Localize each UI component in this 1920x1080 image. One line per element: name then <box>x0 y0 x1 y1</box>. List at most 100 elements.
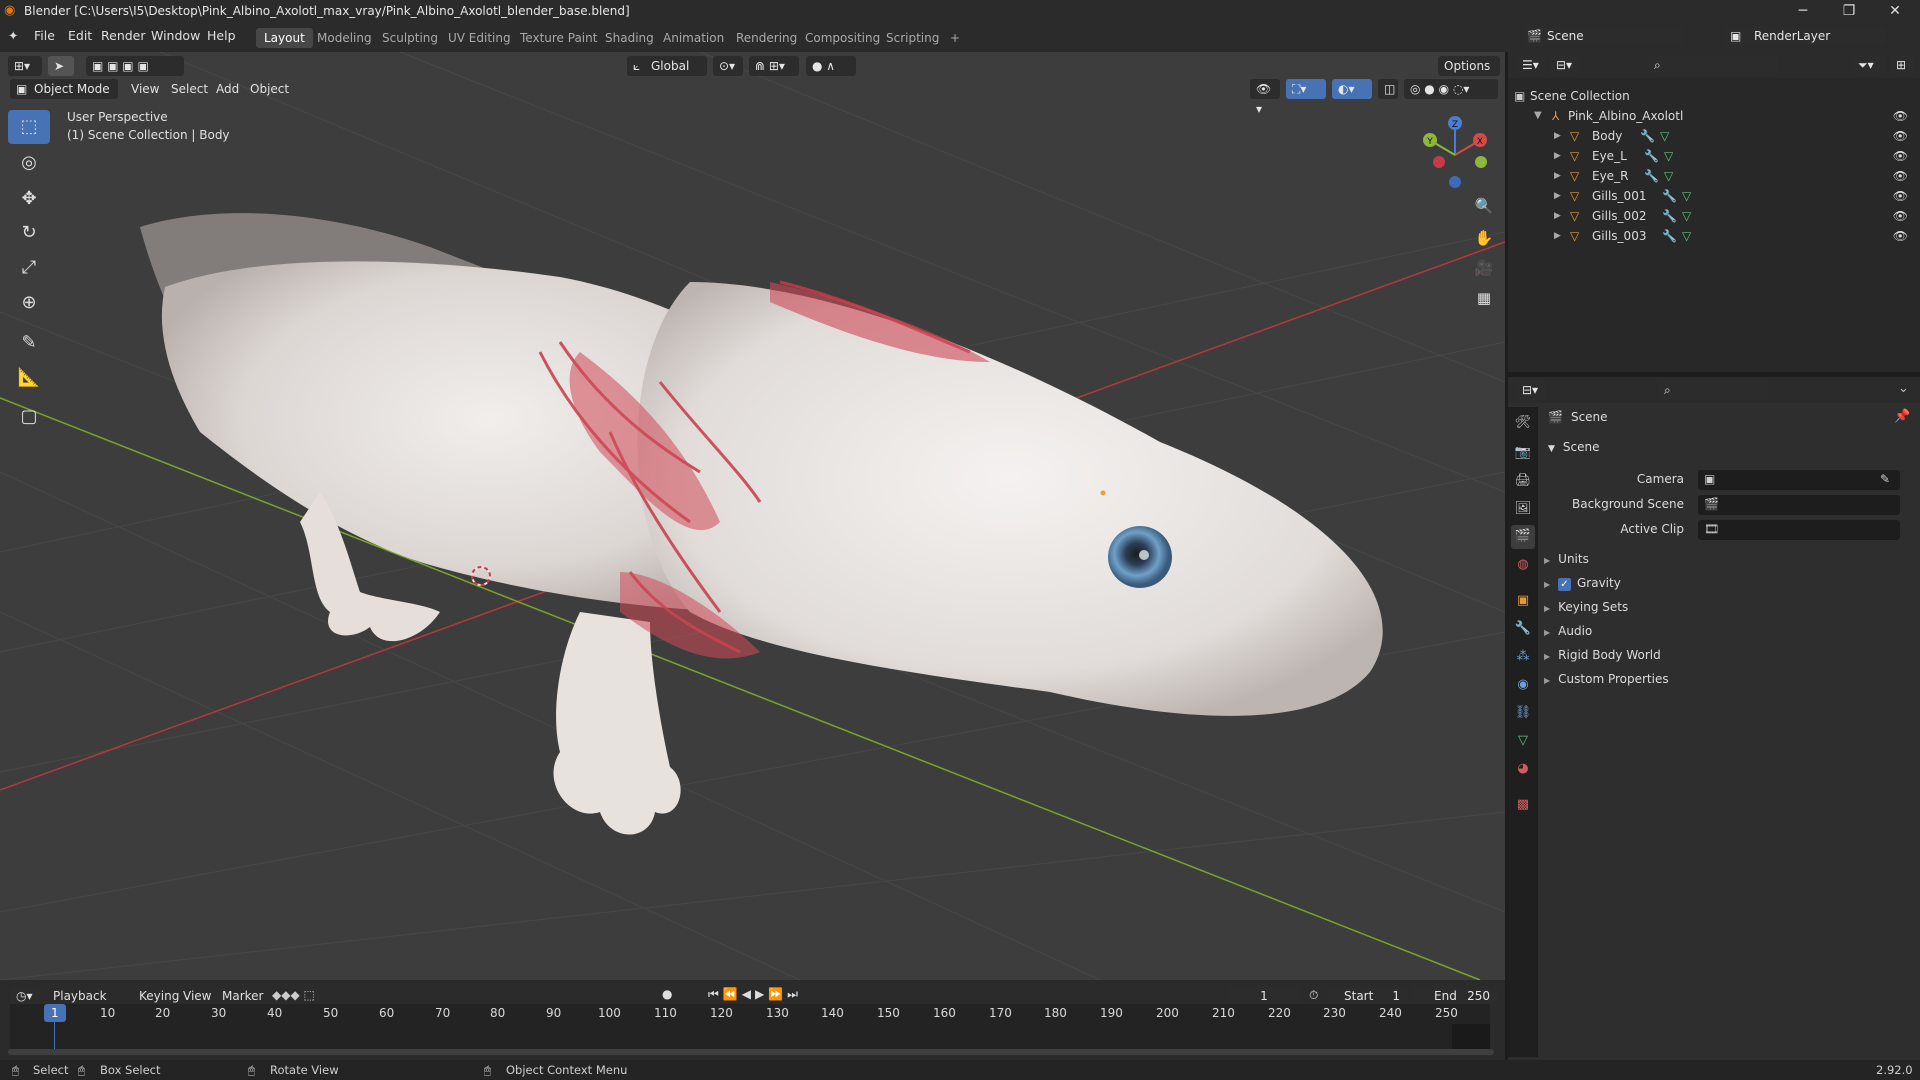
annotate-tool[interactable]: ✎ <box>8 326 50 360</box>
timeline-menu-view[interactable]: View <box>183 989 211 1003</box>
keying-sets-panel-header[interactable]: ▶ Keying Sets <box>1544 600 1628 614</box>
visibility-eye-icon[interactable]: 👁 <box>1893 206 1908 226</box>
expand-arrow-icon[interactable]: ▶ <box>1554 166 1561 186</box>
visibility-icon[interactable]: 👁▾ <box>1250 79 1280 116</box>
world-tab-icon[interactable]: ◍ <box>1511 553 1535 577</box>
scene-selector[interactable]: 🎬 Scene <box>1523 26 1683 46</box>
add-workspace-button[interactable]: + <box>942 28 968 48</box>
move-tool[interactable]: ✥ <box>8 182 50 216</box>
start-frame-field[interactable]: Start 1 <box>1328 986 1408 1006</box>
viewport-menu-object[interactable]: Object <box>250 82 289 96</box>
pivot-point-button[interactable]: ⊙▾ <box>713 56 743 76</box>
viewport-menu-view[interactable]: View <box>131 82 159 96</box>
tab-modeling[interactable]: Modeling <box>309 28 380 48</box>
blender-menu-icon[interactable]: ✦ <box>8 28 18 43</box>
outliner-object-row[interactable]: ▶ ▽ Eye_L 🔧 ▽ 👁 <box>1508 146 1920 166</box>
visibility-eye-icon[interactable]: 👁 <box>1893 166 1908 186</box>
visibility-eye-icon[interactable]: 👁 <box>1893 126 1908 146</box>
pin-icon[interactable]: 📌 <box>1894 409 1910 424</box>
minimize-button[interactable]: ─ <box>1780 0 1826 22</box>
constraints-tab-icon[interactable]: ⛓ <box>1511 701 1535 725</box>
gizmo-toggle-button[interactable]: ⛶▾ <box>1286 79 1326 99</box>
tab-compositing[interactable]: Compositing <box>797 28 888 48</box>
modifier-wrench-icon[interactable]: 🔧 <box>1644 166 1659 186</box>
object-mode-dropdown[interactable]: ▣ Object Mode <box>10 79 118 99</box>
navigation-gizmo[interactable]: Z X Y <box>1415 110 1505 200</box>
chevron-down-icon[interactable]: ⌄ <box>1898 381 1909 396</box>
viewport-menu-select[interactable]: Select <box>171 82 208 96</box>
tab-sculpting[interactable]: Sculpting <box>374 28 446 48</box>
xray-toggle-button[interactable]: ◫ <box>1378 79 1398 99</box>
visibility-eye-icon[interactable]: 👁 <box>1893 106 1908 126</box>
render-tab-icon[interactable]: 📷 <box>1511 441 1535 465</box>
tab-layout[interactable]: Layout <box>256 28 313 48</box>
outliner-object-row[interactable]: ▶ ▽ Body 🔧 ▽ 👁 <box>1508 126 1920 146</box>
outliner-display-mode[interactable]: ⊟▾ <box>1550 55 1580 75</box>
gravity-panel-header[interactable]: ▶ ✓ Gravity <box>1544 576 1621 591</box>
tab-rendering[interactable]: Rendering <box>728 28 805 48</box>
view-layer-tab-icon[interactable]: 🖼 <box>1511 497 1535 521</box>
physics-tab-icon[interactable]: ◉ <box>1511 673 1535 697</box>
maximize-button[interactable]: ❐ <box>1826 0 1872 22</box>
texture-tab-icon[interactable]: ▩ <box>1511 793 1535 817</box>
menu-file[interactable]: File <box>34 28 55 43</box>
modifiers-tab-icon[interactable]: 🔧 <box>1511 617 1535 641</box>
proportional-edit-button[interactable]: ● ∧ <box>806 56 856 76</box>
active-clip-field[interactable]: 🎞 <box>1698 520 1900 540</box>
rotate-tool[interactable]: ↻ <box>8 216 50 250</box>
select-box-tool[interactable]: ⬚ <box>8 110 50 144</box>
playback-controls[interactable]: ⏮⏪◀▶⏩⏭ <box>708 987 802 1002</box>
particles-tab-icon[interactable]: ⁂ <box>1511 645 1535 669</box>
tool-tab-icon[interactable]: 🛠 <box>1511 411 1535 435</box>
scene-tab-icon[interactable]: 🎬 <box>1511 525 1535 549</box>
expand-arrow-icon[interactable]: ▶ <box>1554 186 1561 206</box>
tab-scripting[interactable]: Scripting <box>878 28 947 48</box>
timeline-editor-type[interactable]: ◷▾ <box>10 986 40 1006</box>
expand-arrow-icon[interactable]: ▶ <box>1554 226 1561 246</box>
properties-search-input[interactable]: ⌕ <box>1658 380 1768 400</box>
perspective-toggle-icon[interactable]: ▦ <box>1470 284 1498 312</box>
data-tab-icon[interactable]: ▽ <box>1511 729 1535 753</box>
menu-help[interactable]: Help <box>207 28 236 43</box>
mesh-data-icon[interactable]: ▽ <box>1660 126 1669 146</box>
mesh-data-icon[interactable]: ▽ <box>1682 206 1691 226</box>
overlays-toggle-button[interactable]: ◐▾ <box>1332 79 1372 99</box>
material-tab-icon[interactable]: ◕ <box>1511 757 1535 781</box>
eyedropper-icon[interactable]: ✎ <box>1880 472 1890 486</box>
camera-field[interactable]: ▣ ✎ <box>1698 470 1900 490</box>
units-panel-header[interactable]: ▶ Units <box>1544 552 1589 566</box>
tab-uv-editing[interactable]: UV Editing <box>440 28 519 48</box>
modifier-wrench-icon[interactable]: 🔧 <box>1640 126 1655 146</box>
outliner-object-row[interactable]: ▶ ▽ Gills_002 🔧 ▽ 👁 <box>1508 206 1920 226</box>
measure-tool[interactable]: 📐 <box>8 361 50 395</box>
modifier-wrench-icon[interactable]: 🔧 <box>1644 146 1659 166</box>
menu-window[interactable]: Window <box>151 28 200 43</box>
background-scene-field[interactable]: 🎬 <box>1698 495 1900 515</box>
outliner-object-row[interactable]: ▶ ▽ Eye_R 🔧 ▽ 👁 <box>1508 166 1920 186</box>
object-tab-icon[interactable]: ▣ <box>1511 589 1535 613</box>
timeline-menu-keying[interactable]: Keying <box>139 989 179 1003</box>
3d-viewport[interactable]: ⊞▾ ➤ ▣ ▣ ▣ ▣ ⟀ Global ⊙▾ ⋒ ⊞▾ ● ∧ Option… <box>0 52 1505 980</box>
end-frame-field[interactable]: End 250 <box>1412 986 1498 1006</box>
scene-section-header[interactable]: ▼ Scene <box>1548 440 1600 454</box>
scale-tool[interactable]: ⤢ <box>8 251 50 285</box>
outliner-search-input[interactable]: ⌕ <box>1648 55 1778 75</box>
viewport-menu-add[interactable]: Add <box>216 82 239 96</box>
gravity-checkbox[interactable]: ✓ <box>1557 578 1571 591</box>
render-layer-selector[interactable]: ▣ RenderLayer <box>1724 26 1886 46</box>
modifier-wrench-icon[interactable]: 🔧 <box>1662 186 1677 206</box>
shading-mode-buttons[interactable]: ◎ ● ◉ ◌▾ <box>1404 79 1498 99</box>
expand-arrow-icon[interactable]: ▶ <box>1554 206 1561 226</box>
editor-type-button[interactable]: ⊞▾ <box>8 56 42 76</box>
selection-mode-icons[interactable]: ▣ ▣ ▣ ▣ <box>86 56 184 76</box>
outliner-scene-collection[interactable]: ▣ Scene Collection <box>1508 86 1920 106</box>
rigid-body-world-panel-header[interactable]: ▶ Rigid Body World <box>1544 648 1661 662</box>
tab-animation[interactable]: Animation <box>655 28 732 48</box>
snap-button[interactable]: ⋒ ⊞▾ <box>749 56 799 76</box>
expand-arrow-icon[interactable]: ▶ <box>1554 146 1561 166</box>
menu-render[interactable]: Render <box>101 28 146 43</box>
record-icon[interactable]: ● <box>662 987 672 1001</box>
visibility-eye-icon[interactable]: 👁 <box>1893 186 1908 206</box>
transform-tool[interactable]: ⊕ <box>8 286 50 320</box>
audio-panel-header[interactable]: ▶ Audio <box>1544 624 1592 638</box>
